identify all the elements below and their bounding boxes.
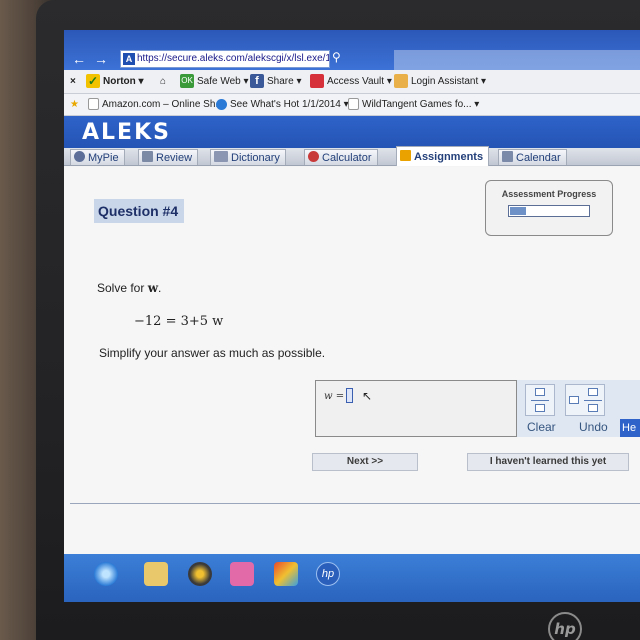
menu-item-mypie[interactable]: MyPie — [70, 149, 125, 165]
home-icon[interactable]: ⌂ — [160, 74, 166, 90]
screen: ← → A https://secure.aleks.com/alekscgi/… — [64, 30, 640, 602]
ie-page-icon — [216, 98, 227, 110]
variable: w — [147, 281, 159, 295]
login-assistant-button[interactable]: Login Assistant ▾ — [394, 74, 486, 90]
file-explorer-icon[interactable] — [144, 562, 168, 586]
question-title: Question #4 — [94, 199, 184, 223]
media-player-icon[interactable] — [188, 562, 212, 586]
assessment-progress: Assessment Progress — [485, 180, 613, 236]
photo-app-icon[interactable] — [274, 562, 298, 586]
answer-area: w = ↖ — [315, 380, 517, 437]
back-arrow-icon[interactable]: ← — [70, 50, 88, 68]
forward-arrow-icon[interactable]: → — [92, 50, 110, 68]
menu-item-calculator[interactable]: Calculator — [304, 149, 378, 165]
url-text: https://secure.aleks.com/alekscgi/x/lsl.… — [137, 53, 330, 64]
divider — [70, 503, 640, 504]
url-field[interactable]: A https://secure.aleks.com/alekscgi/x/ls… — [120, 50, 330, 68]
instruction-text: Simplify your answer as much as possible… — [99, 346, 326, 360]
search-icon[interactable]: ⚲ — [332, 50, 348, 68]
fraction-button[interactable] — [525, 384, 555, 416]
clear-button[interactable]: Clear — [527, 420, 556, 434]
safe-web-button[interactable]: OK Safe Web ▾ — [180, 74, 249, 90]
page-icon — [88, 98, 99, 111]
answer-label: w = — [324, 391, 345, 402]
numerator-box-icon — [535, 388, 545, 396]
app-icon[interactable] — [230, 562, 254, 586]
norton-button[interactable]: ✓ Norton ▾ — [86, 74, 144, 90]
login-assistant-icon — [394, 74, 408, 89]
assignments-icon — [400, 150, 411, 161]
numerator-box-icon — [588, 388, 598, 396]
review-check-icon — [142, 151, 153, 162]
vault-icon — [310, 74, 324, 89]
main-content: Question #4 Assessment Progress Solve fo… — [64, 167, 640, 567]
favorites-bar: ★ Amazon.com – Online Sh... See What's H… — [64, 94, 640, 116]
book-icon — [214, 151, 228, 162]
solve-prompt: Solve for w. — [97, 281, 162, 295]
calculator-icon — [308, 151, 319, 162]
browser-tab[interactable] — [394, 50, 640, 70]
not-learned-button[interactable]: I haven't learned this yet — [467, 453, 629, 471]
pie-icon — [74, 151, 85, 162]
undo-button[interactable]: Undo — [579, 420, 608, 434]
progress-fill — [510, 207, 526, 215]
fraction-bar-icon — [531, 400, 549, 401]
access-vault-button[interactable]: Access Vault ▾ — [310, 74, 392, 90]
hp-support-icon[interactable]: hp — [316, 562, 340, 586]
calendar-icon — [502, 151, 513, 162]
answer-input[interactable] — [346, 388, 353, 403]
progress-bar — [508, 205, 590, 217]
facebook-icon: f — [250, 74, 264, 89]
menu-item-dictionary[interactable]: Dictionary — [210, 149, 286, 165]
site-favicon-icon: A — [123, 53, 135, 65]
page-icon — [348, 98, 359, 111]
taskbar: hp — [64, 554, 640, 602]
mouse-pointer-icon: ↖ — [362, 389, 373, 403]
denominator-box-icon — [535, 404, 545, 412]
share-button[interactable]: f Share ▾ — [250, 74, 302, 90]
fraction-bar-icon — [584, 400, 602, 401]
progress-label: Assessment Progress — [501, 189, 597, 199]
denominator-box-icon — [588, 404, 598, 412]
next-button[interactable]: Next >> — [312, 453, 418, 471]
menu-item-calendar[interactable]: Calendar — [498, 149, 567, 165]
close-toolbar-icon[interactable]: × — [70, 74, 76, 90]
address-bar-row: ← → A https://secure.aleks.com/alekscgi/… — [64, 30, 640, 70]
favorite-link-whats-hot[interactable]: See What's Hot 1/1/2014 ▾ — [216, 97, 349, 113]
safe-web-icon: OK — [180, 74, 194, 89]
hp-logo: hp — [548, 612, 582, 640]
equation: −12 = 3+5 w — [134, 314, 224, 329]
help-button[interactable]: He — [620, 419, 640, 437]
favorites-star-icon[interactable]: ★ — [70, 97, 79, 113]
internet-explorer-icon[interactable] — [94, 562, 118, 586]
norton-check-icon: ✓ — [86, 74, 100, 89]
favorite-link-amazon[interactable]: Amazon.com – Online Sh... — [88, 97, 224, 113]
favorite-link-wildtangent[interactable]: WildTangent Games fo... ▾ — [348, 97, 479, 113]
aleks-menu: MyPie Review Dictionary Calculator Assig… — [64, 146, 640, 166]
mixed-number-button[interactable] — [565, 384, 605, 416]
menu-item-assignments[interactable]: Assignments — [396, 146, 490, 166]
whole-box-icon — [569, 396, 579, 404]
aleks-header: ALEKS — [64, 116, 640, 148]
menu-item-review[interactable]: Review — [138, 149, 199, 165]
browser-toolbar: × ✓ Norton ▾ ⌂ OK Safe Web ▾ f Share ▾ Acce… — [64, 70, 640, 94]
aleks-logo: ALEKS — [82, 120, 171, 145]
